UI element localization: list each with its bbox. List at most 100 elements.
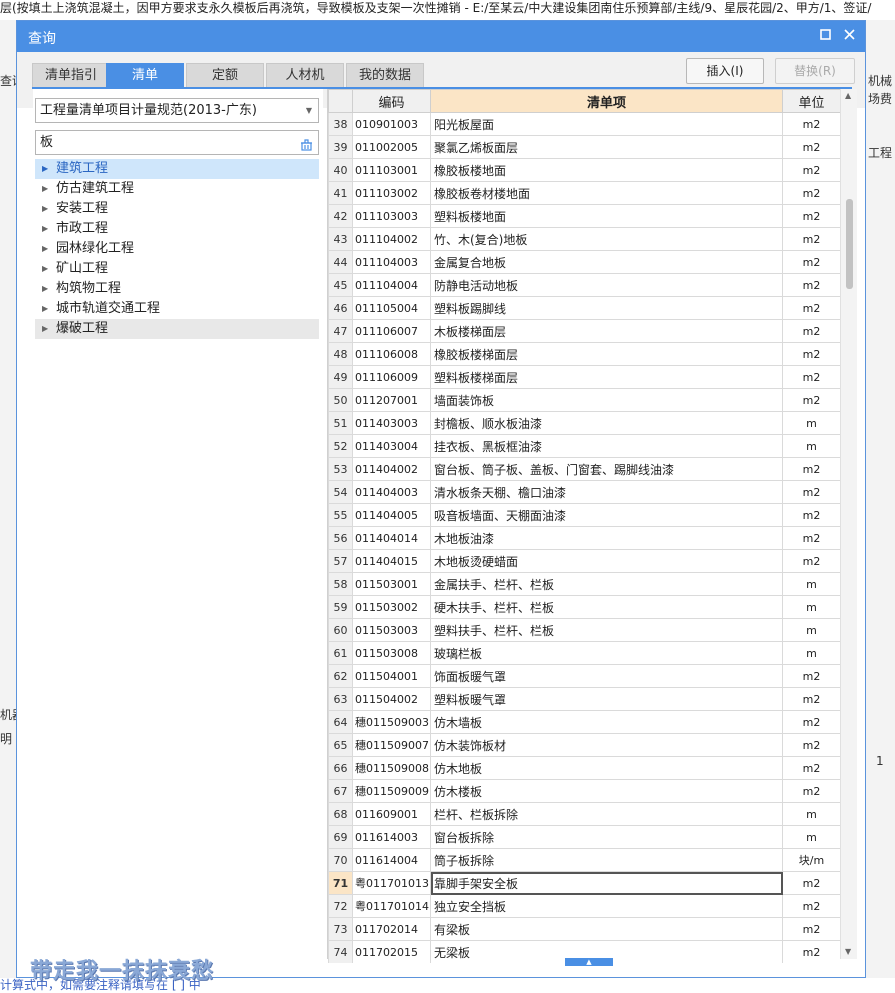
row-index[interactable]: 69 — [328, 825, 353, 849]
row-index[interactable]: 54 — [328, 480, 353, 504]
table-row[interactable]: 52 011403004 挂衣板、黑板框油漆 m — [328, 434, 840, 458]
row-index[interactable]: 62 — [328, 664, 353, 688]
bill-unit[interactable]: m2 — [782, 871, 840, 895]
bill-unit[interactable]: m2 — [782, 687, 840, 711]
tab-my-data[interactable]: 我的数据 — [346, 63, 424, 87]
scroll-up-icon[interactable]: ▲ — [845, 91, 851, 100]
row-index[interactable]: 41 — [328, 181, 353, 205]
tab-quota[interactable]: 定额 — [186, 63, 264, 87]
maximize-icon[interactable] — [815, 26, 835, 46]
row-index[interactable]: 39 — [328, 135, 353, 159]
bill-unit[interactable]: m2 — [782, 319, 840, 343]
chevron-right-icon[interactable]: ▶ — [42, 259, 48, 279]
bill-item-name[interactable]: 金属扶手、栏杆、栏板 — [430, 572, 783, 596]
bill-code[interactable]: 011702015 — [352, 940, 431, 963]
bill-item-name[interactable]: 硬木扶手、栏杆、栏板 — [430, 595, 783, 619]
table-row[interactable]: 54 011404003 清水板条天棚、檐口油漆 m2 — [328, 480, 840, 504]
bill-code[interactable]: 011404005 — [352, 503, 431, 527]
table-row[interactable]: 50 011207001 墙面装饰板 m2 — [328, 388, 840, 412]
row-index[interactable]: 56 — [328, 526, 353, 550]
row-index[interactable]: 53 — [328, 457, 353, 481]
row-index[interactable]: 68 — [328, 802, 353, 826]
row-index[interactable]: 38 — [328, 112, 353, 136]
bill-unit[interactable]: m2 — [782, 388, 840, 412]
table-row[interactable]: 48 011106008 橡胶板楼梯面层 m2 — [328, 342, 840, 366]
bill-unit[interactable]: m — [782, 641, 840, 665]
bill-code[interactable]: 011614003 — [352, 825, 431, 849]
bill-code[interactable]: 穗011509009 — [352, 779, 431, 803]
bill-unit[interactable]: m2 — [782, 917, 840, 941]
row-index[interactable]: 47 — [328, 319, 353, 343]
chevron-right-icon[interactable]: ▶ — [42, 199, 48, 219]
bill-code[interactable]: 011504001 — [352, 664, 431, 688]
row-index[interactable]: 42 — [328, 204, 353, 228]
table-row[interactable]: 38 010901003 阳光板屋面 m2 — [328, 112, 840, 136]
spec-select[interactable]: 工程量清单项目计量规范(2013-广东) ▼ — [35, 98, 319, 123]
row-index[interactable]: 43 — [328, 227, 353, 251]
bill-code[interactable]: 011403003 — [352, 411, 431, 435]
row-index[interactable]: 51 — [328, 411, 353, 435]
bill-unit[interactable]: m2 — [782, 756, 840, 780]
clear-icon[interactable] — [300, 136, 313, 151]
bill-item-name[interactable]: 橡胶板卷材楼地面 — [430, 181, 783, 205]
row-index[interactable]: 52 — [328, 434, 353, 458]
bill-unit[interactable]: m2 — [782, 250, 840, 274]
bill-unit[interactable]: 块/m — [782, 848, 840, 872]
row-index[interactable]: 61 — [328, 641, 353, 665]
table-row[interactable]: 53 011404002 窗台板、筒子板、盖板、门窗套、踢脚线油漆 m2 — [328, 457, 840, 481]
bill-item-name[interactable]: 防静电活动地板 — [430, 273, 783, 297]
bill-code[interactable]: 011702014 — [352, 917, 431, 941]
table-row[interactable]: 68 011609001 栏杆、栏板拆除 m — [328, 802, 840, 826]
bill-code[interactable]: 011404002 — [352, 457, 431, 481]
bill-unit[interactable]: m2 — [782, 940, 840, 963]
table-row[interactable]: 57 011404015 木地板烫硬蜡面 m2 — [328, 549, 840, 573]
tree-item[interactable]: ▶ 城市轨道交通工程 — [35, 299, 319, 319]
bill-code[interactable]: 011503002 — [352, 595, 431, 619]
bill-unit[interactable]: m2 — [782, 158, 840, 182]
bill-item-name[interactable]: 筒子板拆除 — [430, 848, 783, 872]
bill-code[interactable]: 粤011701014 — [352, 894, 431, 918]
tree-item[interactable]: ▶ 矿山工程 — [35, 259, 319, 279]
replace-button[interactable]: 替换(R) — [775, 58, 855, 84]
bill-unit[interactable]: m — [782, 411, 840, 435]
close-icon[interactable] — [839, 26, 859, 46]
table-row[interactable]: 64 穗011509003 仿木墙板 m2 — [328, 710, 840, 734]
tree-item[interactable]: ▶ 园林绿化工程 — [35, 239, 319, 259]
table-row[interactable]: 40 011103001 橡胶板楼地面 m2 — [328, 158, 840, 182]
bill-unit[interactable]: m — [782, 802, 840, 826]
row-index[interactable]: 46 — [328, 296, 353, 320]
bill-code[interactable]: 011104003 — [352, 250, 431, 274]
row-index[interactable]: 48 — [328, 342, 353, 366]
table-row[interactable]: 39 011002005 聚氯乙烯板面层 m2 — [328, 135, 840, 159]
bill-unit[interactable]: m2 — [782, 480, 840, 504]
bill-code[interactable]: 011503003 — [352, 618, 431, 642]
bill-unit[interactable]: m2 — [782, 181, 840, 205]
bill-unit[interactable]: m2 — [782, 894, 840, 918]
bill-code[interactable]: 011504002 — [352, 687, 431, 711]
row-index[interactable]: 55 — [328, 503, 353, 527]
tab-bill[interactable]: 清单 — [106, 63, 184, 87]
row-index[interactable]: 72 — [328, 894, 353, 918]
row-index[interactable]: 50 — [328, 388, 353, 412]
bill-code[interactable]: 011404014 — [352, 526, 431, 550]
bill-unit[interactable]: m2 — [782, 664, 840, 688]
table-row[interactable]: 67 穗011509009 仿木楼板 m2 — [328, 779, 840, 803]
chevron-right-icon[interactable]: ▶ — [42, 219, 48, 239]
bill-unit[interactable]: m2 — [782, 549, 840, 573]
bill-code[interactable]: 穗011509003 — [352, 710, 431, 734]
bill-item-name[interactable]: 玻璃栏板 — [430, 641, 783, 665]
bill-unit[interactable]: m2 — [782, 733, 840, 757]
bill-code[interactable]: 011614004 — [352, 848, 431, 872]
bill-item-name[interactable]: 塑料扶手、栏杆、栏板 — [430, 618, 783, 642]
bill-item-name[interactable]: 仿木墙板 — [430, 710, 783, 734]
table-row[interactable]: 72 粤011701014 独立安全挡板 m2 — [328, 894, 840, 918]
bill-code[interactable]: 010901003 — [352, 112, 431, 136]
table-row[interactable]: 46 011105004 塑料板踢脚线 m2 — [328, 296, 840, 320]
bill-code[interactable]: 011106007 — [352, 319, 431, 343]
bill-item-name[interactable]: 竹、木(复合)地板 — [430, 227, 783, 251]
bill-item-name[interactable]: 靠脚手架安全板 — [430, 871, 783, 895]
bill-code[interactable]: 粤011701013 — [352, 871, 431, 895]
bill-code[interactable]: 011609001 — [352, 802, 431, 826]
search-input[interactable]: 板 — [35, 130, 319, 155]
bill-code[interactable]: 011106009 — [352, 365, 431, 389]
